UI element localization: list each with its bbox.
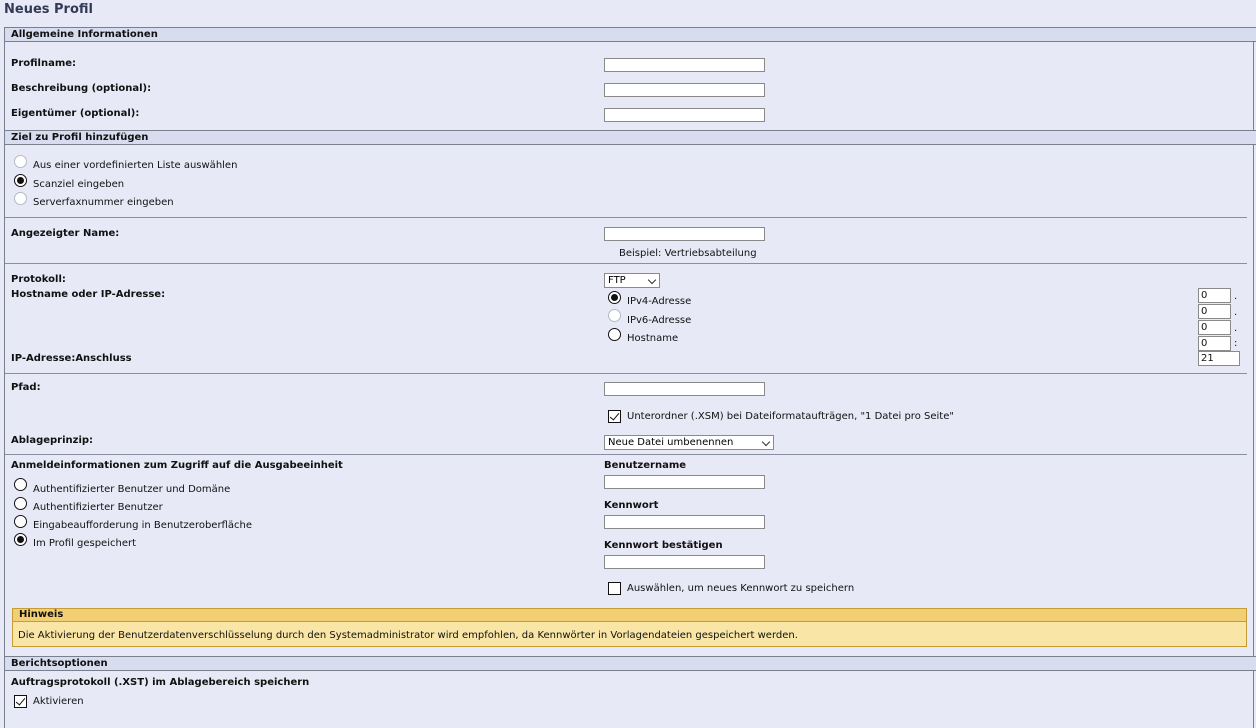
profile-name-input[interactable] [604,58,765,72]
radio-auth-user-domain-label: Authentifizierter Benutzer und Domäne [33,484,231,495]
protocol-select[interactable]: FTP [604,273,660,288]
filing-select-value: Neue Datei umbenennen [608,437,734,448]
radio-ipv4-label: IPv4-Adresse [627,296,692,307]
ip-octet-3-input[interactable]: 0 [1198,320,1231,335]
chevron-down-icon [761,437,771,447]
radio-auth-user-domain[interactable] [14,478,27,491]
ip-octet-2-input[interactable]: 0 [1198,304,1231,319]
ip-octet-4-input[interactable]: 0 [1198,336,1231,351]
ip-separator: . [1234,323,1238,334]
ip-octet-1-input[interactable]: 0 [1198,288,1231,303]
port-label: IP-Adresse:Anschluss [11,353,132,364]
credentials-label: Anmeldeinformationen zum Zugriff auf die… [11,460,343,471]
protocol-label: Protokoll: [11,274,66,285]
confirm-password-input[interactable] [604,555,765,569]
description-input[interactable] [604,83,765,97]
path-input[interactable] [604,382,765,396]
username-input[interactable] [604,475,765,489]
owner-input[interactable] [604,108,765,122]
radio-scan-target-label: Scanziel eingeben [33,179,125,190]
subfolder-checkbox-label: Unterordner (.XSM) bei Dateiformataufträ… [627,411,954,422]
chevron-down-icon [647,275,657,285]
save-password-checkbox-label: Auswählen, um neues Kennwort zu speicher… [627,583,855,594]
divider [5,263,1247,264]
display-name-example: Beispiel: Vertriebsabteilung [619,248,757,259]
radio-server-fax[interactable] [14,192,27,205]
radio-ipv4[interactable] [608,291,621,304]
radio-prompt-ui[interactable] [14,515,27,528]
divider [5,373,1247,374]
confirm-password-label: Kennwort bestätigen [604,540,723,551]
owner-label: Eigentümer (optional): [11,108,140,119]
filing-label: Ablageprinzip: [11,435,94,446]
enable-job-log-label: Aktivieren [33,696,84,707]
subfolder-checkbox[interactable] [608,410,621,423]
radio-stored-in-profile-label: Im Profil gespeichert [33,538,136,549]
job-log-label: Auftragsprotokoll (.XST) im Ablagebereic… [11,677,310,688]
radio-prompt-ui-label: Eingabeaufforderung in Benutzeroberfläch… [33,520,252,531]
path-label: Pfad: [11,382,41,393]
radio-ipv6-label: IPv6-Adresse [627,315,692,326]
password-label: Kennwort [604,500,659,511]
section-header-report: Berichtsoptionen [5,656,1256,671]
profile-name-label: Profilname: [11,58,77,69]
host-label: Hostname oder IP-Adresse: [11,289,166,300]
display-name-input[interactable] [604,227,765,241]
ip-separator: . [1234,307,1238,318]
username-label: Benutzername [604,460,687,471]
radio-ipv6[interactable] [608,309,621,322]
radio-hostname-label: Hostname [627,333,679,344]
protocol-select-value: FTP [608,275,626,286]
enable-job-log-checkbox[interactable] [14,695,27,708]
radio-scan-target[interactable] [14,174,27,187]
display-name-label: Angezeigter Name: [11,228,120,239]
page-title: Neues Profil [4,2,93,17]
port-input[interactable]: 21 [1198,351,1240,366]
ip-separator: : [1234,338,1238,349]
filing-select[interactable]: Neue Datei umbenennen [604,435,774,450]
divider [5,217,1247,218]
radio-auth-user-label: Authentifizierter Benutzer [33,502,163,513]
password-input[interactable] [604,515,765,529]
section-header-general: Allgemeine Informationen [5,27,1256,42]
radio-predefined-list[interactable] [14,155,27,168]
radio-hostname[interactable] [608,328,621,341]
radio-predefined-list-label: Aus einer vordefinierten Liste auswählen [33,160,238,171]
save-password-checkbox[interactable] [608,582,621,595]
radio-server-fax-label: Serverfaxnummer eingeben [33,197,174,208]
radio-stored-in-profile[interactable] [14,533,27,546]
hint-title: Hinweis [12,608,1247,622]
description-label: Beschreibung (optional): [11,83,152,94]
ip-separator: . [1234,291,1238,302]
hint-text: Die Aktivierung der Benutzerdatenverschl… [18,630,798,641]
section-header-target: Ziel zu Profil hinzufügen [5,130,1256,145]
radio-auth-user[interactable] [14,497,27,510]
divider [5,454,1247,455]
